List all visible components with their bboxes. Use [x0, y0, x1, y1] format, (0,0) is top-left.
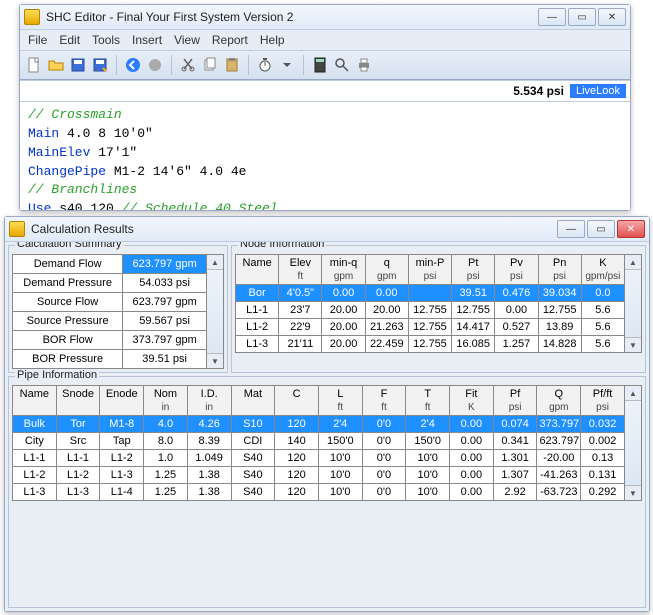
menu-insert[interactable]: Insert	[132, 33, 162, 47]
copy-icon[interactable]	[200, 55, 220, 75]
menu-tools[interactable]: Tools	[92, 33, 120, 47]
editor-titlebar[interactable]: SHC Editor - Final Your First System Ver…	[20, 5, 630, 30]
pipe-info-legend: Pipe Information	[15, 369, 99, 381]
table-row[interactable]: CitySrcTap8.08.39CDI140150'00'0150'00.00…	[13, 433, 625, 450]
table-row[interactable]: L1-2L1-2L1-31.251.38S4012010'00'010'00.0…	[13, 467, 625, 484]
table-row[interactable]: L1-222'920.0021.26312.75514.4170.52713.8…	[236, 319, 625, 336]
editor-toolbar	[20, 51, 630, 80]
calculation-summary-legend: Calculation Summary	[15, 242, 124, 250]
paste-icon[interactable]	[222, 55, 242, 75]
minimize-button[interactable]: —	[538, 8, 566, 26]
app-icon	[9, 221, 25, 237]
table-row[interactable]: Bor4'0.5"0.000.0039.510.47639.0340.0	[236, 285, 625, 302]
menubar: File Edit Tools Insert View Report Help	[20, 30, 630, 51]
open-folder-icon[interactable]	[46, 55, 66, 75]
cut-icon[interactable]	[178, 55, 198, 75]
maximize-button[interactable]: ▭	[568, 8, 596, 26]
dropdown-arrow-icon[interactable]	[277, 55, 297, 75]
menu-file[interactable]: File	[28, 33, 47, 47]
summary-table[interactable]: Demand Flow623.797 gpmDemand Pressure54.…	[12, 254, 207, 369]
table-row[interactable]: L1-321'1120.0022.45912.75516.0851.25714.…	[236, 336, 625, 353]
pipe-scrollbar[interactable]: ▲▼	[625, 385, 642, 501]
save-as-icon[interactable]	[90, 55, 110, 75]
record-icon[interactable]	[145, 55, 165, 75]
close-button[interactable]: ✕	[617, 220, 645, 238]
summary-row[interactable]: BOR Flow373.797 gpm	[13, 331, 207, 350]
node-info-group: Node Information Name Elevftmin-qgpmqgpm…	[231, 245, 646, 373]
table-row[interactable]: L1-123'720.0020.0012.75512.7550.0012.755…	[236, 302, 625, 319]
menu-view[interactable]: View	[174, 33, 200, 47]
node-scrollbar[interactable]: ▲▼	[625, 254, 642, 353]
new-file-icon[interactable]	[24, 55, 44, 75]
node-info-legend: Node Information	[238, 242, 326, 250]
table-row[interactable]: L1-3L1-3L1-41.251.38S4012010'00'010'00.0…	[13, 484, 625, 501]
stopwatch-icon[interactable]	[255, 55, 275, 75]
search-icon[interactable]	[332, 55, 352, 75]
editor-statusbar: 5.534 psi LiveLook	[20, 80, 630, 102]
menu-edit[interactable]: Edit	[59, 33, 80, 47]
table-row[interactable]: L1-1L1-1L1-21.01.049S4012010'00'010'00.0…	[13, 450, 625, 467]
summary-row[interactable]: Demand Flow623.797 gpm	[13, 255, 207, 274]
calculation-summary-group: Calculation Summary Demand Flow623.797 g…	[8, 245, 228, 373]
menu-report[interactable]: Report	[212, 33, 248, 47]
close-button[interactable]: ✕	[598, 8, 626, 26]
livelook-button[interactable]: LiveLook	[570, 84, 626, 98]
results-title: Calculation Results	[31, 222, 551, 236]
app-icon	[24, 9, 40, 25]
menu-help[interactable]: Help	[260, 33, 285, 47]
pipe-table[interactable]: Name Snode Enode NominI.D.inMat C LftFft…	[12, 385, 625, 501]
editor-title: SHC Editor - Final Your First System Ver…	[46, 10, 532, 24]
pipe-info-group: Pipe Information Name Snode Enode NominI…	[8, 376, 646, 608]
minimize-button[interactable]: —	[557, 220, 585, 238]
summary-row[interactable]: Source Pressure59.567 psi	[13, 312, 207, 331]
code-editor[interactable]: // CrossmainMain 4.0 8 10'0"MainElev 17'…	[20, 102, 630, 210]
results-titlebar[interactable]: Calculation Results — ▭ ✕	[5, 217, 649, 242]
summary-scrollbar[interactable]: ▲▼	[207, 254, 224, 369]
results-window: Calculation Results — ▭ ✕ Calculation Su…	[4, 216, 650, 612]
table-row[interactable]: BulkTorM1-84.04.26S101202'40'02'40.000.0…	[13, 416, 625, 433]
summary-row[interactable]: Demand Pressure54.033 psi	[13, 274, 207, 293]
save-icon[interactable]	[68, 55, 88, 75]
print-icon[interactable]	[354, 55, 374, 75]
node-table[interactable]: Name Elevftmin-qgpmqgpmmin-PpsiPtpsiPvps…	[235, 254, 625, 353]
calculator-icon[interactable]	[310, 55, 330, 75]
maximize-button[interactable]: ▭	[587, 220, 615, 238]
summary-row[interactable]: Source Flow623.797 gpm	[13, 293, 207, 312]
back-arrow-icon[interactable]	[123, 55, 143, 75]
summary-row[interactable]: BOR Pressure39.51 psi	[13, 350, 207, 369]
pressure-readout: 5.534 psi	[513, 84, 564, 98]
editor-window: SHC Editor - Final Your First System Ver…	[19, 4, 631, 211]
